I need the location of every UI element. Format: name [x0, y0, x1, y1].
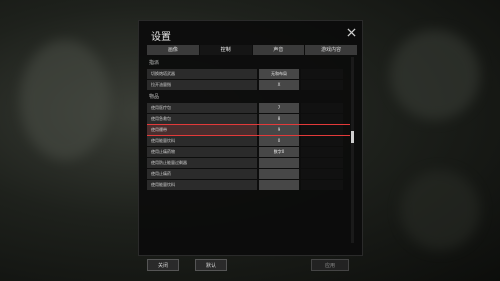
keybinding-label: 拉开油量指 [147, 80, 257, 90]
keybinding-label: 使用止痛药 [147, 169, 257, 179]
default-button[interactable]: 默认 [195, 259, 227, 271]
primary-key-button[interactable]: 0 [259, 136, 299, 146]
tab-controls[interactable]: 控制 [199, 45, 252, 55]
tab-gameplay[interactable]: 游戏内容 [305, 45, 357, 55]
close-icon[interactable] [347, 28, 356, 37]
primary-key-button[interactable]: 8 [259, 114, 299, 124]
apply-button[interactable]: 应用 [311, 259, 349, 271]
tab-graphics[interactable]: 画像 [147, 45, 199, 55]
primary-key-button[interactable] [259, 169, 299, 179]
keybinding-label: 使用止痛药物 [147, 147, 257, 157]
secondary-key-button[interactable] [301, 136, 343, 146]
keybinding-row: 使用止痛药 [147, 169, 350, 179]
primary-key-button[interactable]: 数字0 [259, 147, 299, 157]
scrollbar[interactable] [351, 57, 354, 243]
keybinding-label: 切换炮塔武器 [147, 69, 257, 79]
primary-key-button[interactable]: X [259, 80, 299, 90]
keybinding-label: 使用急救包 [147, 114, 257, 124]
secondary-key-button[interactable] [301, 169, 343, 179]
background-shape [20, 40, 110, 160]
secondary-key-button[interactable] [301, 69, 343, 79]
secondary-key-button[interactable] [301, 180, 343, 190]
keybinding-row: 使用能量饮料 [147, 180, 350, 190]
background-shape [400, 170, 480, 250]
keybinding-row: 使用医疗包 7 [147, 103, 350, 113]
keybinding-label: 使用绷带 [147, 125, 257, 135]
primary-key-button[interactable] [259, 158, 299, 168]
secondary-key-button[interactable] [301, 114, 343, 124]
section-heading: 物品 [149, 94, 160, 100]
section-heading: 指派 [149, 60, 160, 66]
secondary-key-button[interactable] [301, 125, 343, 135]
keybinding-label: 使用能量饮料 [147, 136, 257, 146]
settings-dialog: 设置 画像 控制 声音 游戏内容 指派 切换炮塔武器 无和布局 拉开油量指 X … [138, 20, 363, 271]
keybinding-row-selected: 使用绷带 9 [147, 124, 350, 136]
keybinding-row: 切换炮塔武器 无和布局 [147, 69, 350, 79]
keybinding-row: 使用急救包 8 [147, 114, 350, 124]
tab-sound[interactable]: 声音 [252, 45, 305, 55]
secondary-key-button[interactable] [301, 147, 343, 157]
primary-key-button[interactable]: 无和布局 [259, 69, 299, 79]
secondary-key-button[interactable] [301, 103, 343, 113]
primary-key-button[interactable]: 9 [259, 125, 299, 135]
keybinding-row: 使用止痛药物 数字0 [147, 147, 350, 157]
keybinding-list: 指派 切换炮塔武器 无和布局 拉开油量指 X 物品 使用医疗包 7 使用急救包 … [147, 57, 350, 243]
keybinding-row: 使用防止能量过剩器 [147, 158, 350, 168]
keybinding-label: 使用医疗包 [147, 103, 257, 113]
keybinding-row: 拉开油量指 X [147, 80, 350, 90]
primary-key-button[interactable] [259, 180, 299, 190]
dialog-title: 设置 [151, 32, 171, 43]
secondary-key-button[interactable] [301, 80, 343, 90]
settings-tabs: 画像 控制 声音 游戏内容 [147, 45, 357, 55]
keybinding-row: 使用能量饮料 0 [147, 136, 350, 146]
background-shape [390, 30, 480, 120]
keybinding-label: 使用防止能量过剩器 [147, 158, 257, 168]
keybinding-label: 使用能量饮料 [147, 180, 257, 190]
scrollbar-thumb[interactable] [351, 131, 354, 143]
secondary-key-button[interactable] [301, 158, 343, 168]
primary-key-button[interactable]: 7 [259, 103, 299, 113]
close-button[interactable]: 关闭 [147, 259, 179, 271]
